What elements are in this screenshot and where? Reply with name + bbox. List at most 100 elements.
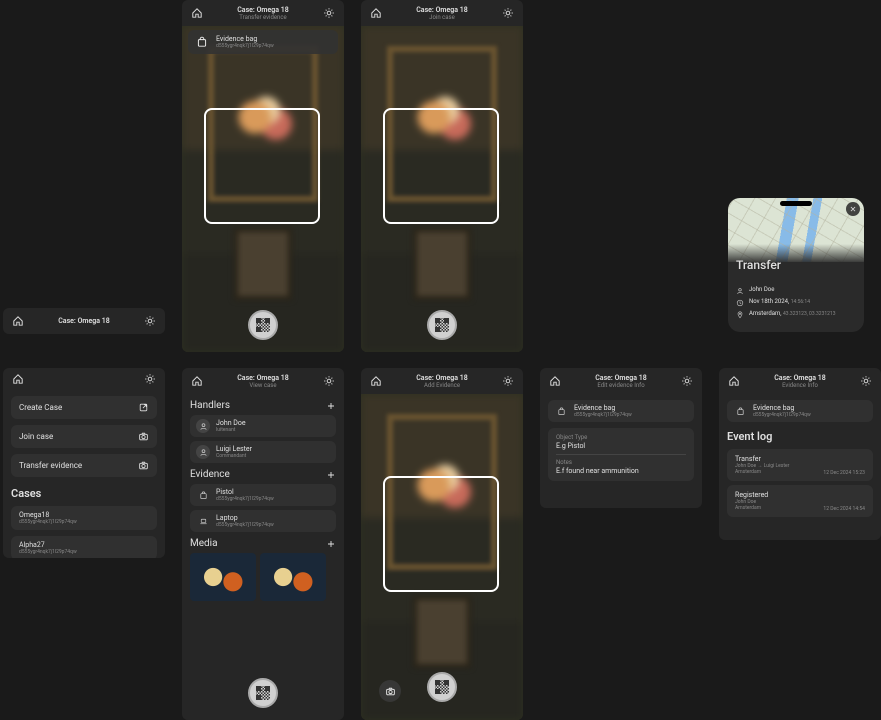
- user-icon: [196, 419, 210, 433]
- handler-role: Commandant: [216, 453, 252, 459]
- transfer-title: Transfer: [736, 258, 856, 272]
- media-thumbnail[interactable]: [190, 553, 256, 601]
- page-title: Case: Omega 18 Join case: [383, 6, 501, 21]
- event-log-item[interactable]: Registered John Doe Amsterdam 12 Dec 202…: [727, 485, 873, 517]
- transfer-details-card: ✕ Transfer John Doe Nov 18th 2024, 14:56…: [728, 198, 864, 332]
- transfer-coords: 43.323123, 03.3231213: [783, 311, 836, 317]
- media-thumbnail[interactable]: [260, 553, 326, 601]
- evidence-header: Evidence bagd555ygr4nqk7j1l29p74qw: [727, 400, 873, 422]
- pin-icon: [736, 311, 744, 319]
- handler-name: Luigi Lester: [216, 445, 252, 453]
- event-log-heading: Event log: [727, 430, 873, 443]
- media-label: Media: [190, 538, 336, 549]
- home-icon[interactable]: [190, 374, 204, 388]
- handler-role: luitenant: [216, 427, 246, 433]
- home-icon[interactable]: [11, 372, 25, 386]
- page-title: Case: Omega 18 Evidence Info: [741, 374, 859, 389]
- qr-scan-button[interactable]: [427, 672, 457, 702]
- gear-icon[interactable]: [143, 314, 157, 328]
- scan-frame: [204, 108, 320, 224]
- home-icon[interactable]: [190, 6, 204, 20]
- evidence-label: Evidence: [190, 469, 336, 480]
- notes-label: Notes: [556, 459, 686, 466]
- gear-icon[interactable]: [143, 372, 157, 386]
- evidence-name: Evidence bag: [753, 404, 811, 412]
- user-icon: [736, 287, 744, 295]
- add-handler-button[interactable]: [326, 401, 336, 411]
- handler-row[interactable]: John Doeluitenant: [190, 415, 336, 437]
- page-title: Case: Omega 18 Transfer evidence: [204, 6, 322, 21]
- join-case-button[interactable]: Join case: [11, 425, 157, 448]
- capture-photo-button[interactable]: [379, 680, 401, 702]
- transfer-time: 14:56:14: [791, 299, 810, 305]
- case-name: Omega18: [19, 511, 149, 519]
- camera-viewport: Evidence bag d555ygr4nqk7j1l29p74qw: [182, 26, 344, 352]
- qr-icon: [435, 318, 449, 332]
- evidence-hash: d555ygr4nqk7j1l29p74qw: [753, 412, 811, 418]
- gear-icon[interactable]: [501, 6, 515, 20]
- evidence-form-card: Object Type E.g Pistol Notes E.f found n…: [548, 428, 694, 481]
- evidence-hash: d555ygr4nqk7j1l29p74qw: [216, 522, 274, 528]
- event-log-item[interactable]: Transfer John Doe → Luigi Lester Amsterd…: [727, 449, 873, 481]
- camera-icon: [138, 431, 149, 442]
- page-title: Case: Omega 18: [25, 317, 143, 325]
- create-case-button[interactable]: Create Case: [11, 396, 157, 419]
- gear-icon[interactable]: [322, 6, 336, 20]
- home-icon[interactable]: [369, 374, 383, 388]
- join-case-label: Join case: [19, 432, 53, 441]
- evidence-name: Evidence bag: [216, 35, 274, 43]
- bag-icon: [194, 34, 210, 50]
- qr-scan-button[interactable]: [248, 310, 278, 340]
- qr-scan-button[interactable]: [427, 310, 457, 340]
- transfer-evidence-label: Transfer evidence: [19, 461, 82, 470]
- bag-icon: [733, 404, 747, 418]
- qr-scan-button[interactable]: [248, 678, 278, 708]
- cases-section-title: Cases: [11, 487, 157, 500]
- user-icon: [196, 445, 210, 459]
- transfer-place: Amsterdam,: [749, 310, 781, 317]
- bag-icon: [196, 488, 210, 502]
- evidence-header: Evidence bagd555ygr4nqk7j1l29p74qw: [548, 400, 694, 422]
- transfer-place-row: Amsterdam, 43.323123, 03.3231213: [736, 310, 856, 319]
- close-icon[interactable]: ✕: [846, 202, 860, 216]
- qr-icon: [256, 318, 270, 332]
- case-item[interactable]: Alpha27 d555ygr4nqk7j1l29p74qw: [11, 536, 157, 558]
- add-evidence-button[interactable]: [326, 470, 336, 480]
- scan-frame: [383, 108, 499, 224]
- transfer-date: Nov 18th 2024,: [749, 298, 789, 305]
- bag-icon: [554, 404, 568, 418]
- transfer-evidence-button[interactable]: Transfer evidence: [11, 454, 157, 477]
- evidence-hash: d555ygr4nqk7j1l29p74qw: [574, 412, 632, 418]
- handler-row[interactable]: Luigi LesterCommandant: [190, 441, 336, 463]
- transfer-person-row: John Doe: [736, 286, 856, 295]
- evidence-name: Pistol: [216, 488, 274, 496]
- add-media-button[interactable]: [326, 539, 336, 549]
- evidence-row[interactable]: Laptopd555ygr4nqk7j1l29p74qw: [190, 510, 336, 532]
- gear-icon[interactable]: [680, 374, 694, 388]
- clock-icon: [736, 299, 744, 307]
- home-icon[interactable]: [11, 314, 25, 328]
- gear-icon[interactable]: [322, 374, 336, 388]
- home-icon[interactable]: [727, 374, 741, 388]
- scan-frame: [383, 476, 499, 592]
- case-name: Alpha27: [19, 541, 149, 549]
- home-icon[interactable]: [548, 374, 562, 388]
- notes-input[interactable]: E.f found near ammunition: [556, 467, 686, 475]
- gear-icon[interactable]: [859, 374, 873, 388]
- evidence-row[interactable]: Pistold555ygr4nqk7j1l29p74qw: [190, 484, 336, 506]
- case-hash: d555ygr4nqk7j1l29p74qw: [19, 519, 149, 525]
- case-item[interactable]: Omega18 d555ygr4nqk7j1l29p74qw: [11, 506, 157, 530]
- home-icon[interactable]: [369, 6, 383, 20]
- laptop-icon: [196, 514, 210, 528]
- evidence-name: Laptop: [216, 514, 274, 522]
- case-hash: d555ygr4nqk7j1l29p74qw: [19, 549, 149, 555]
- gear-icon[interactable]: [501, 374, 515, 388]
- evidence-hash: d555ygr4nqk7j1l29p74qw: [216, 43, 274, 49]
- external-icon: [138, 402, 149, 413]
- transfer-person: John Doe: [749, 286, 774, 293]
- object-type-input[interactable]: E.g Pistol: [556, 442, 686, 450]
- transfer-date-row: Nov 18th 2024, 14:56:14: [736, 298, 856, 307]
- camera-viewport: [361, 394, 523, 720]
- scanned-evidence-pill[interactable]: Evidence bag d555ygr4nqk7j1l29p74qw: [188, 30, 338, 54]
- handlers-label: Handlers: [190, 400, 336, 411]
